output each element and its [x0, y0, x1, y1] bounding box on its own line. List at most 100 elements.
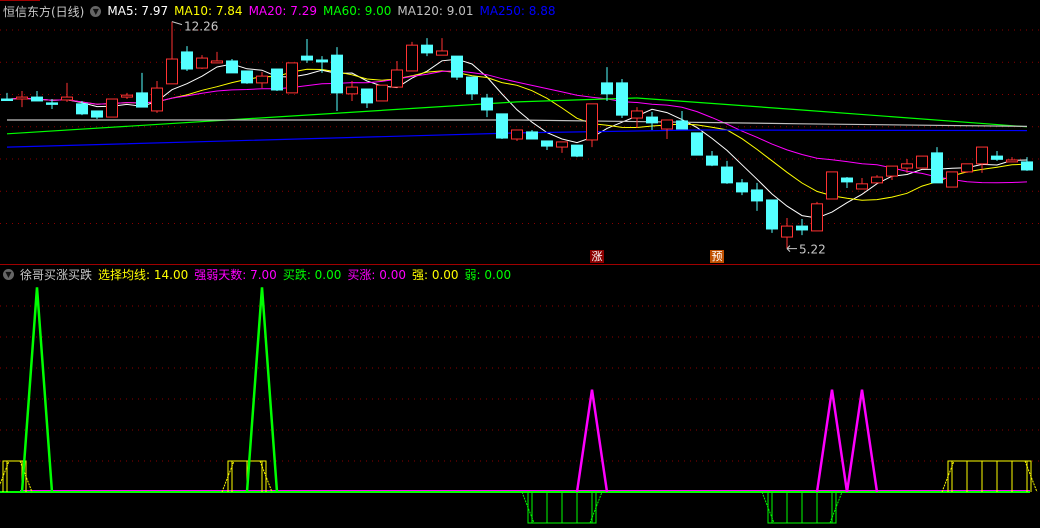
candle-body: [691, 132, 703, 156]
candle-body: [601, 82, 613, 95]
indicator-param-label: 买跌: 0.00: [282, 267, 342, 282]
candle-body: [796, 225, 808, 231]
buy-rise-spike: [845, 389, 879, 493]
candle-body: [721, 166, 733, 184]
indicator-params: 选择均线: 14.00 强弱天数: 7.00 买跌: 0.00 买涨: 0.00 强: …: [98, 266, 517, 283]
candle-body: [91, 110, 103, 118]
indicator-param-label: 强弱天数: 7.00: [194, 267, 277, 282]
candle-body: [361, 88, 373, 104]
candle-body: [106, 98, 118, 118]
ma-value-label: MA250: 8.88: [479, 4, 556, 18]
candle-body: [346, 86, 358, 95]
candle-body: [766, 199, 778, 230]
candle-body: [286, 62, 298, 94]
candle-body: [976, 146, 988, 165]
candle-body: [736, 182, 748, 193]
candle-body: [841, 177, 853, 183]
candle-body: [196, 57, 208, 69]
candle-body: [826, 171, 838, 200]
candle-body: [421, 44, 433, 54]
candle-body: [511, 129, 523, 140]
stock-title[interactable]: 恒信东方(日线): [3, 3, 84, 20]
candle-body: [961, 163, 973, 173]
candle-body: [151, 87, 163, 112]
candle-body: [616, 82, 628, 116]
rise-marker[interactable]: 涨: [590, 250, 604, 263]
candle-body: [751, 189, 763, 202]
candle-body: [1, 98, 13, 102]
candle-body: [16, 96, 28, 100]
candle-body: [526, 131, 538, 140]
candle-body: [811, 203, 823, 232]
strong-box: [947, 460, 1032, 492]
candle-body: [181, 51, 193, 70]
candle-body: [121, 94, 133, 98]
candle-body: [931, 152, 943, 184]
candle-body: [451, 55, 463, 78]
candle-body: [31, 96, 43, 102]
candle-body: [76, 103, 88, 115]
candle-body: [946, 171, 958, 188]
candle-body: [916, 155, 928, 169]
candle-body: [211, 60, 223, 64]
candle-body: [391, 69, 403, 88]
predict-marker[interactable]: 预: [710, 250, 724, 263]
candle-body: [991, 155, 1003, 160]
chart-canvas[interactable]: 12.26 5.22: [0, 0, 1040, 528]
candle-body: [496, 113, 508, 139]
candle-body: [226, 60, 238, 74]
indicator-title[interactable]: 徐哥买涨买跌: [20, 266, 92, 283]
buy-rise-spike: [575, 389, 609, 493]
candle-body: [241, 70, 253, 84]
candle-body: [781, 225, 793, 238]
candle-body: [166, 58, 178, 85]
candle-body: [1006, 159, 1018, 163]
ma-value-label: MA5: 7.97: [107, 4, 169, 18]
indicator-param-label: 选择均线: 14.00: [98, 267, 189, 282]
candle-body: [406, 44, 418, 72]
candle-body: [556, 141, 568, 148]
strong-ramp: [0, 460, 10, 486]
candle-body: [871, 176, 883, 184]
ma-value-label: MA10: 7.84: [174, 4, 243, 18]
candle-body: [256, 75, 268, 84]
candle-body: [316, 59, 328, 63]
candle-body: [1021, 161, 1033, 171]
candle-body: [676, 120, 688, 130]
candle-body: [631, 110, 643, 119]
ma-value-label: MA20: 7.29: [248, 4, 317, 18]
main-chart-header: 恒信东方(日线) ▼ MA5: 7.97 MA10: 7.84 MA20: 7.29…: [3, 2, 568, 20]
candle-body: [901, 163, 913, 169]
indicator-param-label: 强: 0.00: [411, 267, 459, 282]
candle-body: [466, 76, 478, 95]
candle-body: [661, 119, 673, 130]
candle-body: [586, 103, 598, 141]
high-price-label: 12.26: [184, 20, 218, 34]
ma-value-label: MA120: 9.01: [397, 4, 474, 18]
ma-value-label: MA60: 9.00: [323, 4, 392, 18]
indicator-param-label: 弱: 0.00: [464, 267, 512, 282]
chevron-down-icon[interactable]: ▼: [3, 268, 14, 280]
candle-body: [376, 84, 388, 102]
candle-body: [856, 183, 868, 190]
candle-body: [271, 68, 283, 91]
low-pointer: [786, 245, 797, 253]
candle-body: [136, 92, 148, 108]
candle-body: [46, 102, 58, 105]
candle-body: [301, 55, 313, 61]
candle-body: [706, 155, 718, 166]
ma-legend: MA5: 7.97 MA10: 7.84 MA20: 7.29 MA60: 9.00 M…: [107, 4, 561, 18]
candle-body: [61, 96, 73, 101]
indicator-header: ▼ 徐哥买涨买跌 选择均线: 14.00 强弱天数: 7.00 买跌: 0.00 买涨…: [3, 265, 523, 283]
candle-body: [886, 165, 898, 177]
indicator-param-label: 买涨: 0.00: [347, 267, 406, 282]
chevron-down-icon[interactable]: ▼: [90, 5, 102, 17]
candle-body: [436, 50, 448, 56]
candle-body: [646, 116, 658, 124]
low-price-label: 5.22: [799, 243, 826, 257]
candle-body: [481, 97, 493, 111]
high-pointer: [171, 21, 183, 26]
candle-body: [571, 144, 583, 157]
buy-rise-spike: [815, 389, 849, 493]
candle-body: [331, 54, 343, 94]
